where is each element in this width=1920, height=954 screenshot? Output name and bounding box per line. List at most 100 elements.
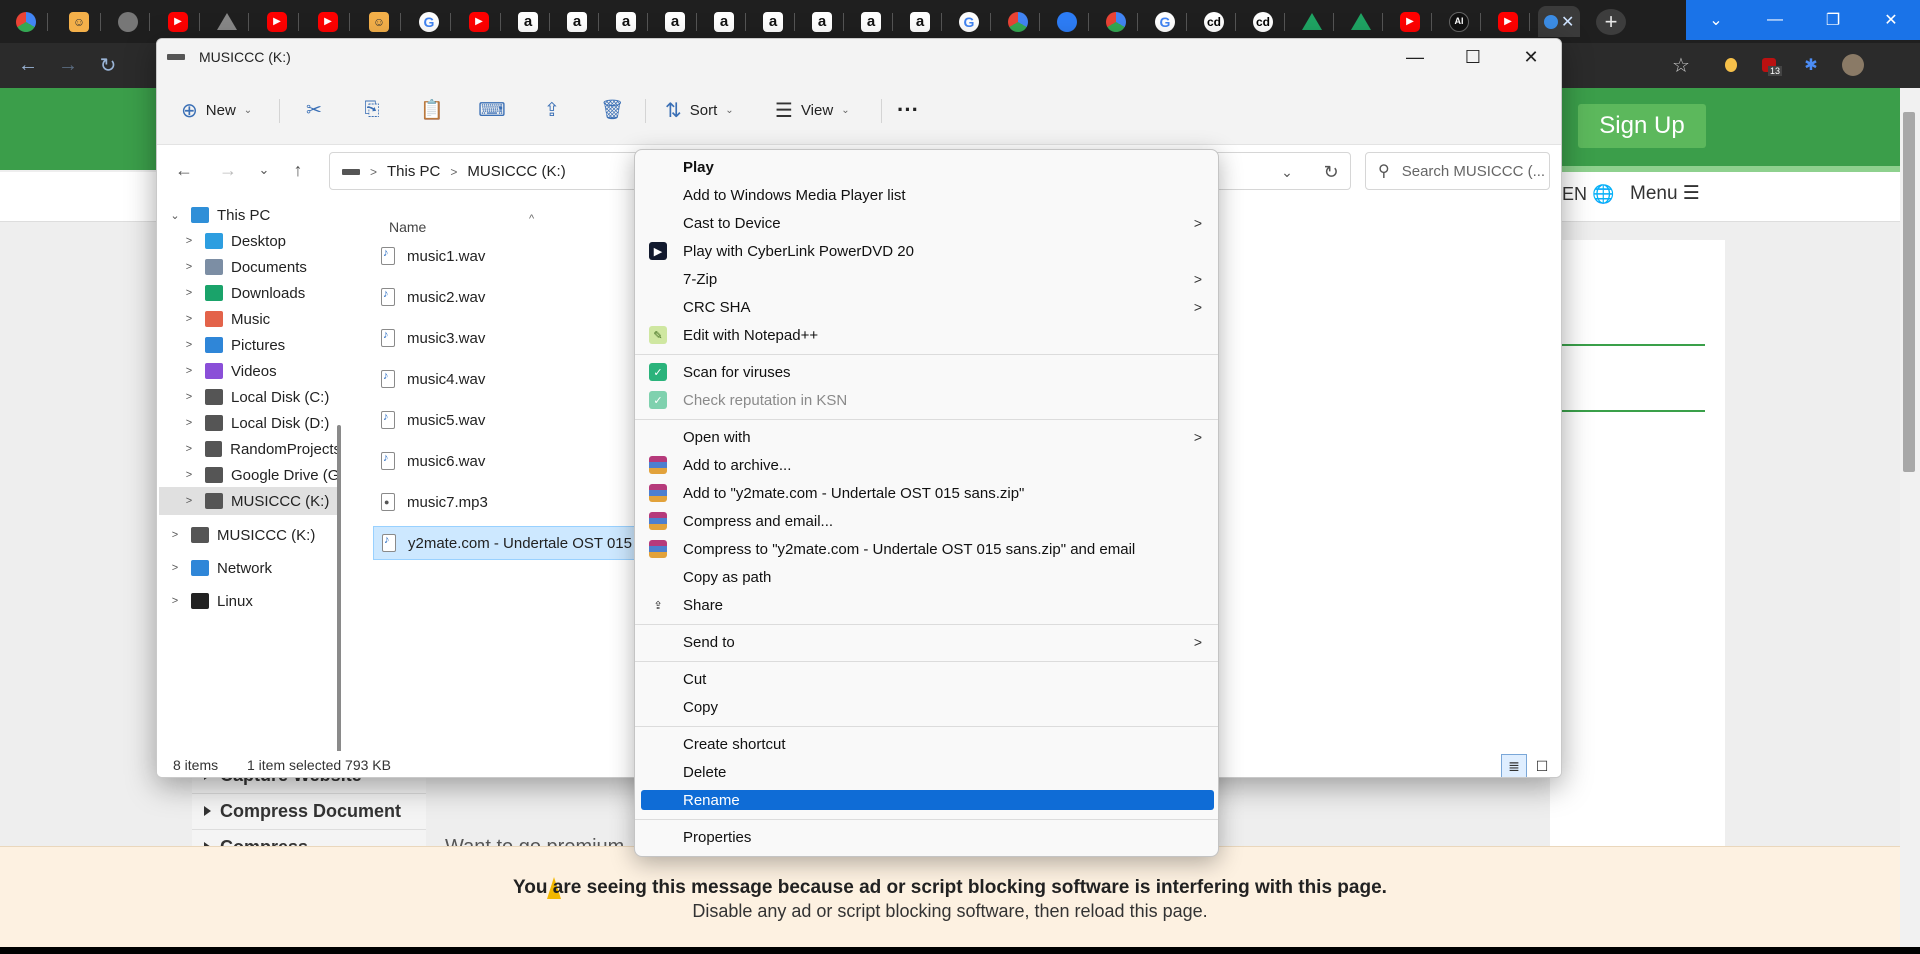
browser-restore-button[interactable]: ❐ xyxy=(1804,0,1862,40)
ublock-extension-icon[interactable]: 13 xyxy=(1758,54,1783,76)
page-scroll-thumb[interactable] xyxy=(1903,112,1915,472)
browser-tab[interactable] xyxy=(1290,6,1334,37)
browser-tab[interactable]: ▶ xyxy=(306,6,350,37)
browser-tab[interactable]: a xyxy=(849,6,893,37)
menu-item-scan-for-viruses[interactable]: ✓ Scan for viruses xyxy=(641,359,1214,385)
menu-item-add-to-archive[interactable]: Add to archive... xyxy=(641,452,1214,478)
browser-tab[interactable]: a xyxy=(653,6,697,37)
menu-item-delete[interactable]: Delete xyxy=(641,759,1214,785)
chevron-right-icon[interactable]: > xyxy=(181,287,197,299)
browser-tab[interactable] xyxy=(1094,6,1138,37)
up-button[interactable]: ↑ xyxy=(287,159,309,181)
tree-item[interactable]: > Videos xyxy=(159,357,341,385)
refresh-button[interactable]: ↻ xyxy=(1320,161,1342,183)
tool-link-compress-document[interactable]: Compress Document xyxy=(192,794,426,830)
tree-item[interactable]: > Desktop xyxy=(159,227,341,255)
paste-icon[interactable]: 📋 xyxy=(417,95,447,125)
rename-icon[interactable]: ⌨ xyxy=(477,95,507,125)
chevron-right-icon[interactable]: > xyxy=(181,365,197,377)
browser-tab[interactable]: ▶ xyxy=(156,6,200,37)
browser-tab[interactable] xyxy=(205,6,249,37)
address-dropdown-button[interactable]: ⌄ xyxy=(1276,161,1298,183)
menu-item-crc-sha[interactable]: CRC SHA > xyxy=(641,294,1214,320)
browser-tab[interactable] xyxy=(1045,6,1089,37)
breadcrumb-musiccc[interactable]: MUSICCC (K:) xyxy=(467,163,565,180)
minimize-button[interactable]: — xyxy=(1387,39,1443,75)
delete-icon[interactable]: 🗑 xyxy=(597,95,627,125)
bookmark-star-icon[interactable]: ☆ xyxy=(1670,54,1692,77)
browser-tab[interactable]: ▶ xyxy=(1486,6,1530,37)
browser-tab[interactable]: ☺ xyxy=(357,6,401,37)
chevron-right-icon[interactable]: > xyxy=(181,495,197,507)
chevron-right-icon[interactable]: > xyxy=(181,261,197,273)
browser-tab[interactable] xyxy=(996,6,1040,37)
menu-item-copy-as-path[interactable]: Copy as path xyxy=(641,564,1214,590)
browser-tab[interactable]: ▶ xyxy=(255,6,299,37)
view-button[interactable]: ☰ View ⌄ xyxy=(775,95,850,125)
chevron-right-icon[interactable]: > xyxy=(181,339,197,351)
browser-tab[interactable] xyxy=(4,6,48,37)
tree-item[interactable]: > Pictures xyxy=(159,331,341,359)
browser-forward-button[interactable]: → xyxy=(56,53,80,77)
browser-tab[interactable]: a xyxy=(604,6,648,37)
menu-item-play[interactable]: Play xyxy=(641,154,1214,180)
browser-tab[interactable]: a xyxy=(702,6,746,37)
forward-button[interactable]: → xyxy=(217,159,239,181)
chevron-right-icon[interactable]: > xyxy=(181,235,197,247)
tree-item[interactable]: > Local Disk (D:) xyxy=(159,409,341,437)
browser-tab[interactable]: G xyxy=(1143,6,1187,37)
menu-item-copy[interactable]: Copy xyxy=(641,694,1214,720)
browser-close-button[interactable]: ✕ xyxy=(1862,0,1920,40)
browser-minimize-button[interactable]: — xyxy=(1746,0,1804,40)
browser-back-button[interactable]: ← xyxy=(16,53,40,77)
browser-tab[interactable]: ☺ xyxy=(57,6,101,37)
tiles-view-button[interactable]: ☐ xyxy=(1529,754,1555,777)
tree-item[interactable]: > Google Drive (G xyxy=(159,461,341,489)
browser-reload-button[interactable]: ↻ xyxy=(96,53,120,77)
tab-close-icon[interactable]: ✕ xyxy=(1561,12,1574,32)
cut-icon[interactable]: ✂ xyxy=(299,95,329,125)
share-icon[interactable]: ⇪ xyxy=(537,95,567,125)
sign-up-button[interactable]: Sign Up xyxy=(1578,104,1706,148)
menu-item-open-with[interactable]: Open with > xyxy=(641,424,1214,450)
browser-tab[interactable]: a xyxy=(751,6,795,37)
browser-tab[interactable]: a xyxy=(800,6,844,37)
active-tab[interactable]: ✕ xyxy=(1538,6,1580,37)
new-tab-button[interactable]: + xyxy=(1596,9,1626,35)
menu-item-edit-with-notepad[interactable]: ✎ Edit with Notepad++ xyxy=(641,322,1214,348)
browser-tab[interactable]: AI xyxy=(1437,6,1481,37)
tree-item[interactable]: > MUSICCC (K:) xyxy=(159,487,341,515)
browser-tab[interactable]: a xyxy=(506,6,550,37)
tree-item[interactable]: > Linux xyxy=(159,587,341,615)
chevron-right-icon[interactable]: > xyxy=(181,391,197,403)
tree-item[interactable]: > Documents xyxy=(159,253,341,281)
menu-item-play-with-cyberlink-powerdvd-20[interactable]: ▶ Play with CyberLink PowerDVD 20 xyxy=(641,238,1214,264)
browser-tab[interactable]: cd xyxy=(1192,6,1236,37)
site-menu-button[interactable]: Menu ☰ xyxy=(1630,182,1700,205)
breadcrumb-this-pc[interactable]: This PC xyxy=(387,163,440,180)
browser-tab[interactable]: G xyxy=(407,6,451,37)
menu-item-cut[interactable]: Cut xyxy=(641,666,1214,692)
menu-item-properties[interactable]: Properties xyxy=(641,824,1214,850)
menu-item-send-to[interactable]: Send to > xyxy=(641,629,1214,655)
chevron-right-icon[interactable]: > xyxy=(181,469,197,481)
tab-search-button[interactable]: ⌄ xyxy=(1686,0,1746,40)
tree-item[interactable]: > MUSICCC (K:) xyxy=(159,521,341,549)
copy-icon[interactable]: ⎘ xyxy=(357,95,387,125)
menu-item-add-to-y2mate-com-undertale-ost-015-sans[interactable]: Add to "y2mate.com - Undertale OST 015 s… xyxy=(641,480,1214,506)
close-button[interactable]: ✕ xyxy=(1503,39,1559,75)
column-header-name[interactable]: Name xyxy=(389,219,426,235)
chevron-right-icon[interactable]: > xyxy=(181,417,197,429)
chevron-down-icon[interactable]: ⌄ xyxy=(167,209,183,222)
tree-item[interactable]: > RandomProjects xyxy=(159,435,341,463)
browser-tab[interactable]: cd xyxy=(1241,6,1285,37)
explorer-title-bar[interactable]: MUSICCC (K:) — ☐ ✕ xyxy=(157,39,1561,75)
chevron-right-icon[interactable]: > xyxy=(167,529,183,541)
menu-item-compress-to-y2mate-com-undertale-ost-015[interactable]: Compress to "y2mate.com - Undertale OST … xyxy=(641,536,1214,562)
chevron-right-icon[interactable]: > xyxy=(181,313,197,325)
menu-item-add-to-windows-media-player-list[interactable]: Add to Windows Media Player list xyxy=(641,182,1214,208)
tree-item[interactable]: > Network xyxy=(159,554,341,582)
recent-locations-button[interactable]: ⌄ xyxy=(253,159,275,181)
menu-item-share[interactable]: ⇪ Share xyxy=(641,592,1214,618)
profile-avatar[interactable] xyxy=(1842,54,1864,76)
